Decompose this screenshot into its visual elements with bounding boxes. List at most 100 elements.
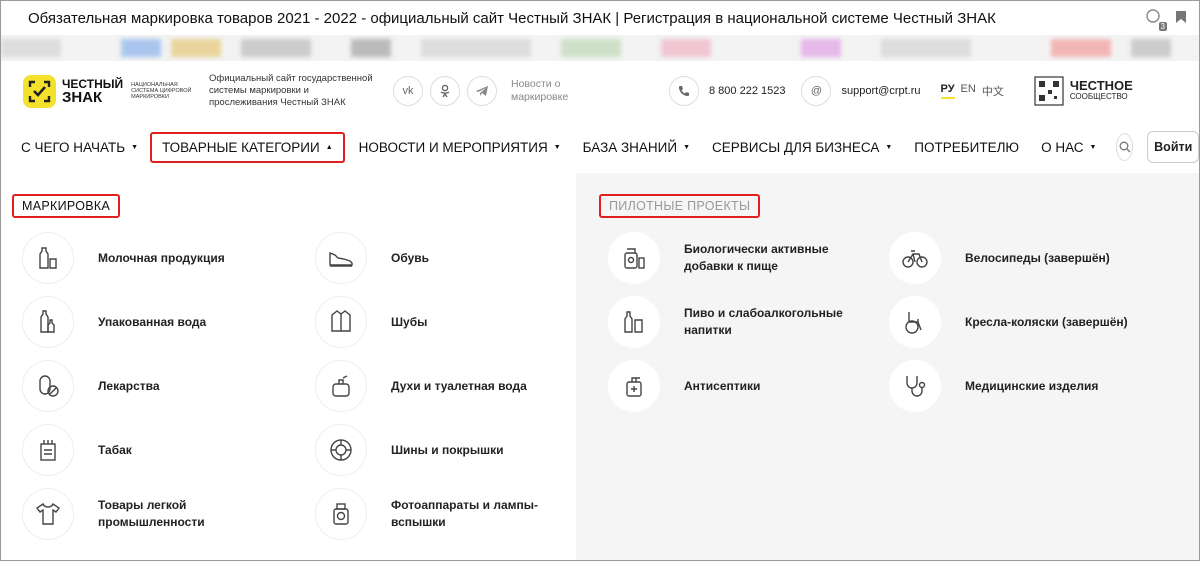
category-label: Товары легкой промышленности: [98, 498, 205, 529]
nav-knowledge-label: БАЗА ЗНАНИЙ: [582, 139, 678, 155]
pilot-projects-title: ПИЛОТНЫЕ ПРОЕКТЫ: [599, 194, 761, 218]
bookmark-icon[interactable]: [1175, 10, 1187, 27]
phone-number[interactable]: 8 800 222 1523: [709, 85, 785, 97]
nav-start[interactable]: С ЧЕГО НАЧАТЬ ▼: [21, 140, 138, 155]
category-label: Молочная продукция: [98, 250, 225, 265]
pilot-label: Антисептики: [684, 378, 761, 393]
category-label: Табак: [98, 442, 132, 457]
chevron-up-icon: ▲: [325, 143, 333, 151]
pilot-supplements[interactable]: Биологически активные добавки к пище: [608, 232, 844, 284]
social-links: vk: [393, 76, 497, 106]
login-button[interactable]: Войти: [1147, 131, 1199, 163]
window-title: Обязательная маркировка товаров 2021 - 2…: [28, 9, 996, 27]
logo-check-icon: [23, 74, 56, 108]
pilot-label: Пиво и слабоалкогольные напитки: [684, 306, 843, 337]
category-cameras[interactable]: Фотоаппараты и лампы-вспышки: [315, 488, 551, 540]
category-furs[interactable]: Шубы: [315, 296, 427, 348]
tshirt-icon: [22, 488, 74, 540]
pilot-label: Кресла-коляски (завершён): [965, 314, 1128, 329]
nav-services[interactable]: СЕРВИСЫ ДЛЯ БИЗНЕСА ▼: [712, 140, 892, 155]
nav-categories-label: ТОВАРНЫЕ КАТЕГОРИИ: [162, 139, 320, 155]
category-tobacco[interactable]: Табак: [22, 424, 132, 476]
official-site-text: Официальный сайт государственной системы…: [209, 73, 373, 108]
search-icon: [1119, 141, 1131, 153]
honest-community-logo[interactable]: ЧЕСТНОЕ СООБЩЕСТВО: [1034, 76, 1133, 106]
category-medicines[interactable]: Лекарства: [22, 360, 160, 412]
email-icon: @: [801, 76, 832, 106]
extension-badge: 3: [1158, 21, 1167, 31]
marking-title: МАРКИРОВКА: [12, 194, 121, 218]
phone-icon: [669, 76, 699, 106]
language-switcher: РУ EN 中文: [940, 83, 1004, 99]
category-water[interactable]: Упакованная вода: [22, 296, 206, 348]
cigarette-pack-icon: [22, 424, 74, 476]
pilot-label: Медицинские изделия: [965, 378, 1099, 393]
search-button[interactable]: [1116, 133, 1134, 161]
telegram-icon[interactable]: [467, 76, 497, 106]
lang-en[interactable]: EN: [961, 83, 976, 99]
supplements-icon: [608, 232, 660, 284]
bicycle-icon: [889, 232, 941, 284]
qr-code-icon: [1034, 76, 1064, 106]
category-perfume[interactable]: Духи и туалетная вода: [315, 360, 527, 412]
nav-about[interactable]: О НАС ▼: [1041, 140, 1096, 155]
nav-about-label: О НАС: [1041, 139, 1084, 155]
perfume-icon: [315, 360, 367, 412]
pilot-projects-panel: ПИЛОТНЫЕ ПРОЕКТЫ Биологически активные д…: [576, 173, 1199, 560]
pilot-wheelchairs[interactable]: Кресла-коляски (завершён): [889, 296, 1128, 348]
category-light-industry[interactable]: Товары легкой промышленности: [22, 488, 228, 540]
ok-icon[interactable]: [430, 76, 460, 106]
title-bar: Обязательная маркировка товаров 2021 - 2…: [1, 1, 1199, 35]
wheelchair-icon: [889, 296, 941, 348]
lang-zh[interactable]: 中文: [982, 83, 1004, 99]
nav-news[interactable]: НОВОСТИ И МЕРОПРИЯТИЯ ▼: [359, 140, 561, 155]
main-nav: С ЧЕГО НАЧАТЬ ▼ ТОВАРНЫЕ КАТЕГОРИИ ▲ НОВОС…: [1, 121, 1199, 173]
support-email[interactable]: support@crpt.ru: [841, 85, 920, 97]
categories-dropdown: МАРКИРОВКА Молочная продукция Обувь Упак…: [2, 173, 1199, 560]
antiseptic-icon: [608, 360, 660, 412]
nav-consumer[interactable]: ПОТРЕБИТЕЛЮ: [914, 140, 1019, 155]
nav-knowledge[interactable]: БАЗА ЗНАНИЙ ▼: [583, 140, 690, 155]
category-label: Шины и покрышки: [391, 442, 504, 457]
water-bottle-icon: [22, 296, 74, 348]
category-tires[interactable]: Шины и покрышки: [315, 424, 504, 476]
extension-icon[interactable]: 3: [1145, 8, 1167, 31]
browser-window: Обязательная маркировка товаров 2021 - 2…: [0, 0, 1200, 561]
nav-news-label: НОВОСТИ И МЕРОПРИЯТИЯ: [358, 139, 548, 155]
chevron-down-icon: ▼: [1089, 143, 1097, 151]
nav-product-categories[interactable]: ТОВАРНЫЕ КАТЕГОРИИ ▲: [150, 131, 345, 163]
chevron-down-icon: ▼: [131, 143, 138, 151]
blurred-bookmarks-bar: [1, 35, 1199, 61]
logo-text-2: ЗНАК: [62, 89, 103, 106]
site-logo[interactable]: ЧЕСТНЫЙ ЗНАК Национальная система цифров…: [23, 74, 203, 108]
contacts: 8 800 222 1523 @ support@crpt.ru: [669, 76, 921, 106]
nav-consumer-label: ПОТРЕБИТЕЛЮ: [914, 139, 1020, 155]
category-label: Лекарства: [98, 378, 160, 393]
lang-ru[interactable]: РУ: [940, 83, 955, 99]
vk-icon[interactable]: vk: [393, 76, 423, 106]
chevron-down-icon: ▼: [885, 143, 893, 151]
pilot-bicycles[interactable]: Велосипеды (завершён): [889, 232, 1110, 284]
category-label: Обувь: [391, 250, 430, 265]
pilot-antiseptics[interactable]: Антисептики: [608, 360, 760, 412]
pilot-label: Велосипеды (завершён): [965, 250, 1110, 265]
stethoscope-icon: [889, 360, 941, 412]
pilot-beer[interactable]: Пиво и слабоалкогольные напитки: [608, 296, 844, 348]
cs-line2: СООБЩЕСТВО: [1069, 92, 1128, 101]
site-header: ЧЕСТНЫЙ ЗНАК Национальная система цифров…: [1, 61, 1199, 121]
chevron-down-icon: ▼: [553, 143, 561, 151]
logo-subtitle: Национальная система цифровой маркировки: [131, 82, 192, 100]
category-label: Упакованная вода: [98, 314, 207, 329]
camera-flash-icon: [315, 488, 367, 540]
category-label: Шубы: [391, 314, 428, 329]
category-dairy[interactable]: Молочная продукция: [22, 232, 225, 284]
nav-services-label: СЕРВИСЫ ДЛЯ БИЗНЕСА: [712, 139, 880, 155]
news-link[interactable]: Новости о маркировке: [511, 78, 601, 104]
nav-start-label: С ЧЕГО НАЧАТЬ: [21, 139, 126, 155]
pilot-label: Биологически активные добавки к пище: [684, 242, 829, 273]
marking-panel: МАРКИРОВКА Молочная продукция Обувь Упак…: [2, 173, 576, 560]
pilot-medical-devices[interactable]: Медицинские изделия: [889, 360, 1098, 412]
chevron-down-icon: ▼: [683, 143, 690, 151]
category-shoes[interactable]: Обувь: [315, 232, 429, 284]
category-label: Духи и туалетная вода: [391, 378, 527, 393]
